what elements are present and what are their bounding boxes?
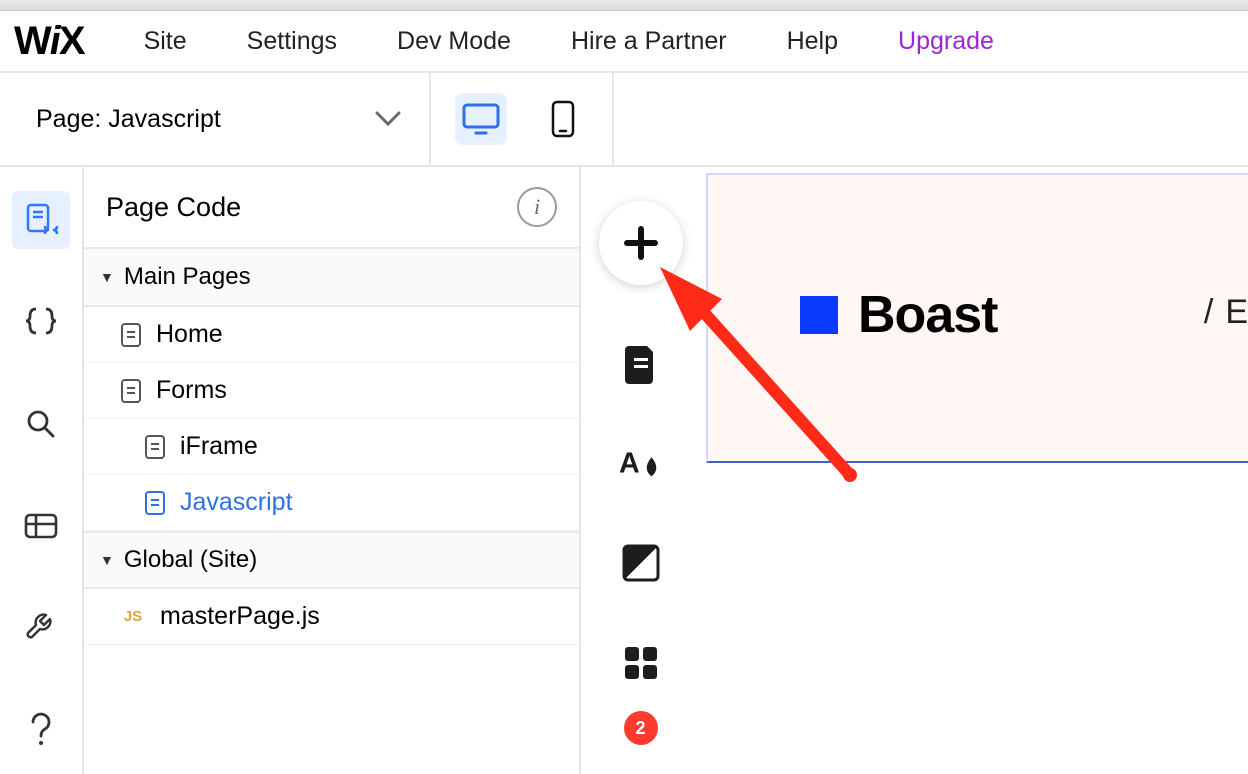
code-panel: Page Code i ▼ Main Pages Home Forms iFra…	[84, 167, 581, 774]
section-main-pages-label: Main Pages	[124, 263, 251, 291]
apps-tool-button[interactable]	[619, 641, 663, 685]
info-button[interactable]: i	[517, 187, 557, 227]
tree-item-forms-label: Forms	[156, 376, 227, 405]
page-selector[interactable]: Page: Javascript	[0, 73, 431, 165]
wrench-icon	[24, 611, 58, 645]
top-menu: Site Settings Dev Mode Hire a Partner He…	[144, 27, 994, 56]
window-chrome-bar	[0, 0, 1248, 11]
menu-hire-partner[interactable]: Hire a Partner	[571, 27, 727, 56]
contrast-square-icon	[621, 543, 661, 583]
collapse-triangle-icon: ▼	[100, 552, 114, 568]
js-file-icon: JS	[120, 608, 146, 625]
tree-item-iframe-label: iFrame	[180, 432, 258, 461]
section-global-label: Global (Site)	[124, 546, 257, 574]
desktop-view-button[interactable]	[455, 93, 507, 145]
font-drop-icon: A	[619, 443, 663, 483]
page-icon	[120, 378, 142, 404]
tree-item-forms[interactable]: Forms	[84, 363, 579, 419]
tree-item-javascript-label: Javascript	[180, 488, 293, 517]
tree-item-masterpage-label: masterPage.js	[160, 602, 320, 631]
brand-name: Boast	[858, 285, 997, 345]
menu-help[interactable]: Help	[787, 27, 838, 56]
plus-icon	[621, 223, 661, 263]
section-global[interactable]: ▼ Global (Site)	[84, 531, 579, 589]
site-brand[interactable]: Boast	[800, 285, 997, 345]
main-area: Page Code i ▼ Main Pages Home Forms iFra…	[0, 167, 1248, 774]
editor-canvas[interactable]: Boast / E	[700, 167, 1248, 774]
tree-item-home[interactable]: Home	[84, 307, 579, 363]
menu-settings[interactable]: Settings	[247, 27, 337, 56]
menu-dev-mode[interactable]: Dev Mode	[397, 27, 511, 56]
section-main-pages[interactable]: ▼ Main Pages	[84, 249, 579, 307]
notification-badge: 2	[624, 711, 658, 745]
tree-item-javascript[interactable]: Javascript	[84, 475, 579, 531]
page-icon	[120, 322, 142, 348]
theme-tool-button[interactable]: A	[619, 441, 663, 485]
background-tool-button[interactable]	[619, 541, 663, 585]
top-nav: WiX Site Settings Dev Mode Hire a Partne…	[0, 11, 1248, 73]
svg-text:A: A	[619, 448, 640, 480]
desktop-icon	[462, 102, 500, 136]
page-icon	[144, 490, 166, 516]
rail-tools-button[interactable]	[12, 599, 70, 657]
crumb-fragment: E	[1225, 293, 1248, 332]
crumb-separator: /	[1204, 293, 1213, 332]
tree-item-home-label: Home	[156, 320, 223, 349]
rail-help-button[interactable]	[12, 701, 70, 759]
search-icon	[25, 408, 57, 440]
tree-item-iframe[interactable]: iFrame	[84, 419, 579, 475]
collapse-triangle-icon: ▼	[100, 269, 114, 285]
chevron-down-icon	[375, 111, 401, 127]
second-bar: Page: Javascript	[0, 73, 1248, 167]
mobile-icon	[551, 100, 575, 138]
rail-braces-button[interactable]	[12, 293, 70, 351]
database-icon	[24, 512, 58, 540]
tree-item-masterpage[interactable]: JS masterPage.js	[84, 589, 579, 645]
rail-search-button[interactable]	[12, 395, 70, 453]
page-icon	[144, 434, 166, 460]
device-toggle-group	[431, 73, 614, 165]
brand-square-icon	[800, 296, 838, 334]
code-panel-title: Page Code	[106, 192, 241, 223]
rail-database-button[interactable]	[12, 497, 70, 555]
wix-logo[interactable]: WiX	[14, 19, 84, 64]
mobile-view-button[interactable]	[537, 93, 589, 145]
left-rail	[0, 167, 84, 774]
page-code-icon	[23, 202, 59, 238]
braces-icon	[24, 305, 58, 339]
menu-site[interactable]: Site	[144, 27, 187, 56]
pages-tool-button[interactable]	[619, 341, 663, 385]
page-selector-label: Page: Javascript	[36, 105, 221, 134]
grid-icon	[621, 643, 661, 683]
code-panel-header: Page Code i	[84, 167, 579, 249]
rail-page-code-button[interactable]	[12, 191, 70, 249]
menu-upgrade[interactable]: Upgrade	[898, 27, 994, 56]
add-element-button[interactable]	[599, 201, 683, 285]
editor-tool-rail: A 2	[581, 167, 700, 774]
page-header-section[interactable]: Boast / E	[706, 173, 1248, 463]
question-icon	[28, 712, 54, 748]
secondbar-spacer	[614, 73, 1248, 165]
document-icon	[623, 342, 659, 384]
nav-crumb[interactable]: / E	[1204, 293, 1248, 332]
